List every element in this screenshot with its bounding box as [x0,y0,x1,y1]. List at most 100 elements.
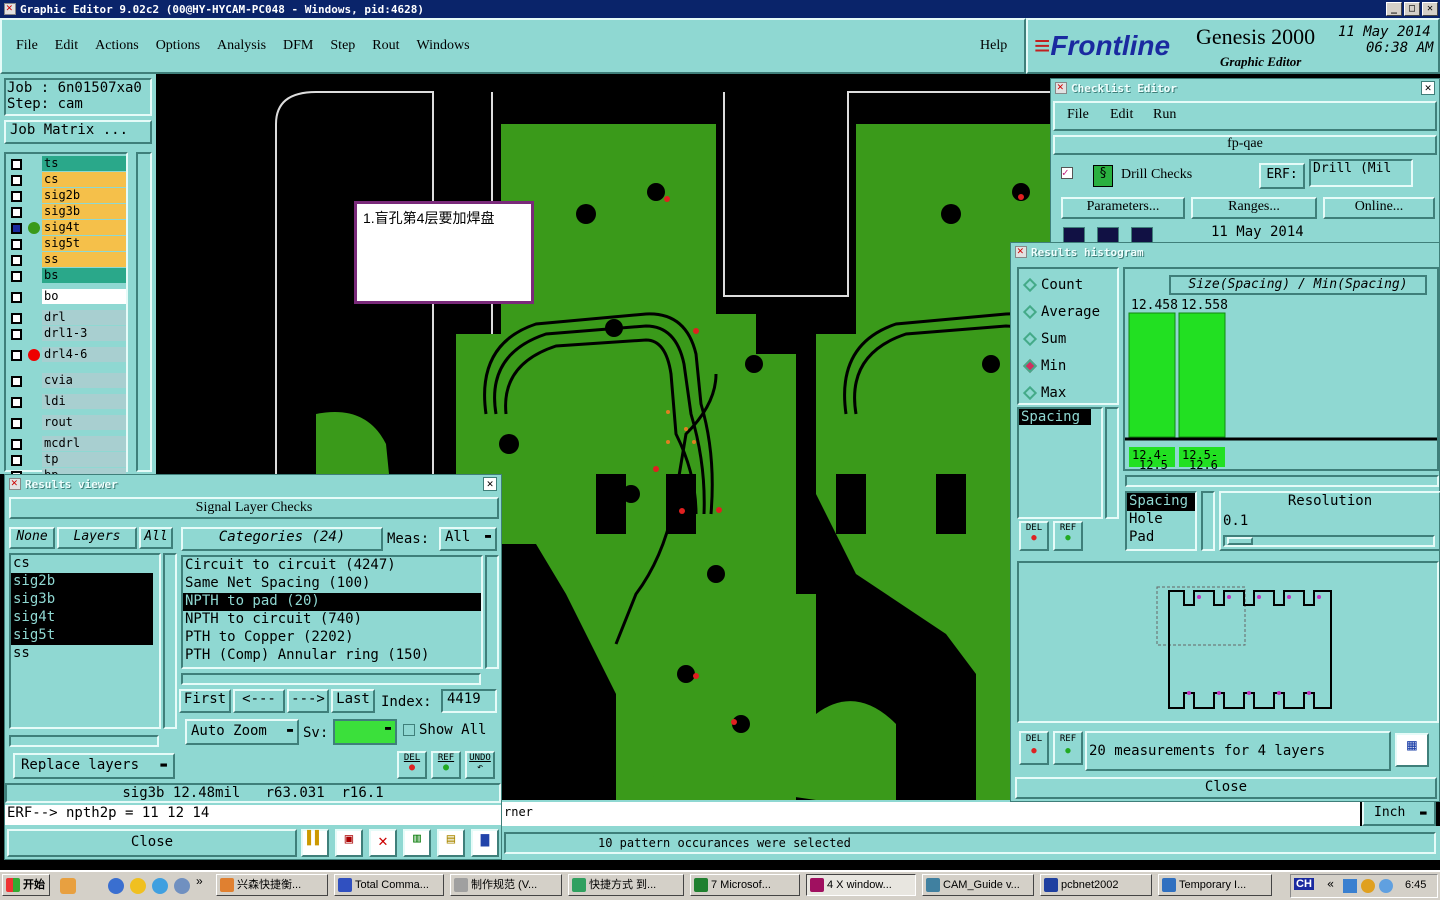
menu-edit[interactable]: Edit [55,38,78,54]
layer-row-mcdrl[interactable]: mcdrl [8,436,126,452]
ref-button[interactable]: REF ● [431,751,461,779]
layer-checkbox[interactable] [11,455,22,466]
menu-file[interactable]: File [16,38,38,54]
tool-button-3[interactable]: ✕ [369,829,397,857]
parameters-button[interactable]: Parameters... [1061,197,1185,219]
sv-color-select[interactable]: ▬ [333,719,397,745]
tray-icon-1[interactable] [1343,879,1357,893]
job-matrix-button[interactable]: Job Matrix ... [4,120,152,144]
layer-row-bs[interactable]: bs [8,268,126,284]
layer-checkbox[interactable] [11,292,22,303]
category-list-item[interactable]: PTH to Copper (2202) [183,629,481,647]
layer-row-ts[interactable]: ts [8,156,126,172]
menu-options[interactable]: Options [156,38,200,54]
category-list-item[interactable]: Same Net Spacing (100) [183,575,481,593]
layer-checkbox[interactable] [11,223,22,234]
auto-zoom-select[interactable]: Auto Zoom ▬ [185,719,299,745]
layer-row-drl4-6[interactable]: drl4-6 [8,347,126,363]
layer-checkbox[interactable] [11,207,22,218]
taskbar-item[interactable]: Total Comma... [334,874,444,896]
taskbar-item[interactable]: Temporary I... [1158,874,1272,896]
layer-row-ldi[interactable]: ldi [8,394,126,410]
measure-ref-button[interactable]: REF ● [1053,731,1083,765]
layer-row-cvia[interactable]: cvia [8,373,126,389]
resolution-slider-thumb[interactable] [1227,537,1253,545]
category-list-item[interactable]: PTH (Comp) Annular ring (150) [183,647,481,665]
menu-help[interactable]: Help [980,38,1007,54]
measure-del-button[interactable]: DEL ● [1019,731,1049,765]
layer-checkbox[interactable] [11,418,22,429]
check-enabled-checkbox[interactable]: ✓ [1061,167,1073,179]
layer-list-item[interactable]: ss [11,645,153,663]
mode-radio-max[interactable] [1022,385,1038,401]
layer-row-sig2b[interactable]: sig2b [8,188,126,204]
layer-checkbox[interactable] [11,159,22,170]
taskbar-item[interactable]: pcbnet2002 [1040,874,1152,896]
all-button[interactable]: All [139,527,173,549]
taskbar-item[interactable]: 7 Microsof... [690,874,800,896]
measure-report-button[interactable]: ▦ [1395,733,1429,767]
mode-radio-count[interactable] [1022,277,1038,293]
layer-row-ss[interactable]: ss [8,252,126,268]
categories-hscrollbar[interactable] [181,673,481,685]
language-indicator[interactable]: CH [1294,878,1314,890]
layer-list-item[interactable]: cs [11,555,153,573]
menu-dfm[interactable]: DFM [283,38,313,54]
menu-windows[interactable]: Windows [417,38,470,54]
layer-row-sig4t[interactable]: sig4t [8,220,126,236]
layer-row-sig5t[interactable]: sig5t [8,236,126,252]
first-button[interactable]: First [179,689,231,713]
prev-button[interactable]: <--- [233,689,285,713]
close-window-button[interactable]: ✕ [1422,2,1438,16]
tray-icon-3[interactable] [1379,879,1393,893]
quicklaunch-more-icon[interactable]: » [196,874,203,888]
categories-listbox[interactable]: Circuit to circuit (4247) Same Net Spacin… [181,555,483,669]
undo-button[interactable]: UNDO ↶ [465,751,495,779]
checklist-menu-run[interactable]: Run [1153,107,1176,123]
type-listbox[interactable]: Spacing [1017,407,1103,519]
layer-list-item[interactable]: sig4t [11,609,153,627]
category-list-item[interactable]: NPTH to circuit (740) [183,611,481,629]
layer-checkbox[interactable] [11,191,22,202]
quicklaunch-icon-4[interactable] [152,878,168,894]
layer-checkbox[interactable] [11,271,22,282]
erf-field[interactable]: Drill (Mil [1309,159,1413,187]
ranges-button[interactable]: Ranges... [1191,197,1317,219]
attr-list-item[interactable]: Spacing [1127,493,1195,511]
tool-button-2[interactable]: ▣ [335,829,363,857]
tool-button-1[interactable]: ▌▌ [301,829,329,857]
hist-ref-button[interactable]: REF ● [1053,521,1083,551]
histogram-bar[interactable] [1178,312,1226,438]
hist-del-button[interactable]: ERF:DEL● [1019,521,1049,551]
category-list-item[interactable]: Circuit to circuit (4247) [183,557,481,575]
annotation-note[interactable]: 1.盲孔第4层要加焊盘 [354,201,534,304]
attr-list-item[interactable]: Hole [1127,511,1195,529]
none-button[interactable]: None [9,527,55,549]
taskbar-item[interactable]: 快捷方式 到... [568,874,684,896]
start-button[interactable]: 开始 [2,874,50,896]
taskbar-item[interactable]: CAM_Guide v... [922,874,1034,896]
layer-row-rout[interactable]: rout [8,415,126,431]
del-button[interactable]: DEL ● [397,751,427,779]
show-all-checkbox[interactable] [403,724,415,736]
layer-list-item[interactable]: sig5t [11,627,153,645]
type-list-item-spacing[interactable]: Spacing [1019,409,1091,425]
layers-hscrollbar[interactable] [9,735,159,747]
layer-row-bo[interactable]: bo [8,289,126,305]
tray-icon-2[interactable] [1361,879,1375,893]
next-button[interactable]: ---> [287,689,329,713]
menu-rout[interactable]: Rout [372,38,399,54]
minimize-button[interactable]: _ [1386,2,1402,16]
categories-scrollbar[interactable] [485,555,499,669]
taskbar-item[interactable]: 兴森快捷衡... [216,874,328,896]
taskbar-item[interactable]: 制作规范 (V... [450,874,562,896]
layer-checkbox[interactable] [11,255,22,266]
layer-checkbox[interactable] [11,439,22,450]
chart-hscrollbar[interactable] [1125,475,1439,487]
last-button[interactable]: Last [331,689,375,713]
layer-row-sig3b[interactable]: sig3b [8,204,126,220]
results-viewer-close-icon[interactable]: ✕ [483,477,497,491]
quicklaunch-icon-3[interactable] [130,878,146,894]
attr-scrollbar[interactable] [1201,491,1215,551]
checklist-menu-edit[interactable]: Edit [1110,107,1133,123]
